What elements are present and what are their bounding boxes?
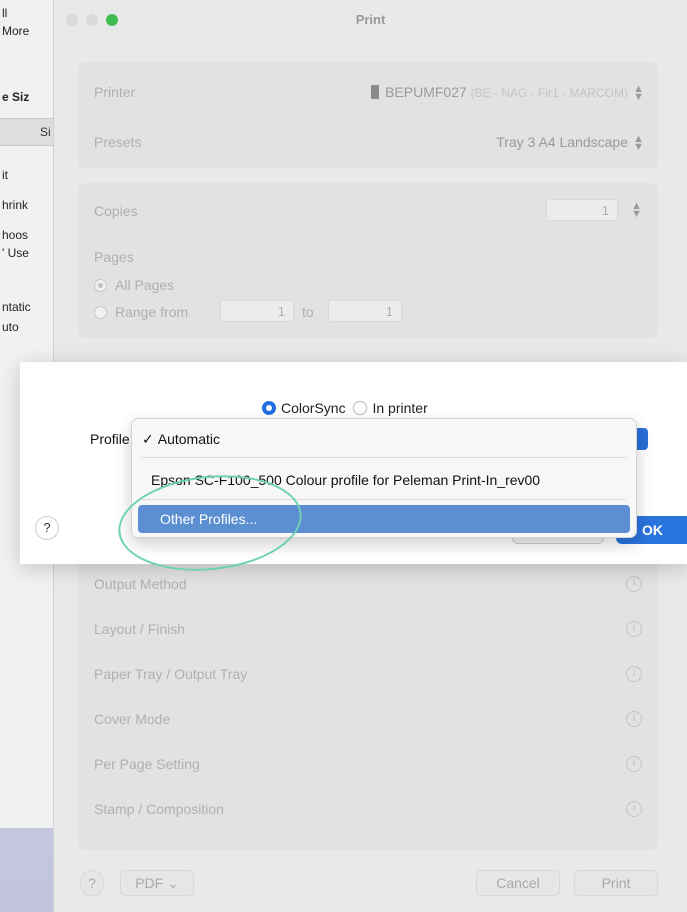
printer-label: Printer <box>94 84 136 100</box>
info-icon[interactable]: i <box>626 711 642 727</box>
bg-text-fragment: hoos <box>2 228 29 242</box>
color-matching-mode: ColorSync In printer <box>262 400 428 416</box>
all-pages-label: All Pages <box>115 277 175 293</box>
presets-label: Presets <box>94 134 142 150</box>
in-printer-label: In printer <box>372 400 428 416</box>
cancel-button[interactable]: Cancel <box>476 870 560 896</box>
section-label: Cover Mode <box>94 711 171 727</box>
bg-text-fragment: hrink <box>2 198 29 212</box>
radio-selected-icon <box>94 279 107 292</box>
section-layout-finish[interactable]: Layout / Finish i <box>94 621 642 651</box>
colorsync-label: ColorSync <box>281 400 346 416</box>
chevron-down-icon: ⌄ <box>167 875 179 891</box>
section-label: Paper Tray / Output Tray <box>94 666 248 682</box>
range-from-radio[interactable]: Range from <box>94 304 188 320</box>
colorsync-radio[interactable]: ColorSync <box>262 400 346 416</box>
range-to-label: to <box>302 304 314 320</box>
section-output-method[interactable]: Output Method i <box>94 576 642 606</box>
menu-item-other-profiles[interactable]: Other Profiles... <box>138 505 630 533</box>
printer-presets-panel: Printer BEPUMF027 (BE - NAG - Flr1 - MAR… <box>78 62 658 168</box>
menu-separator <box>142 457 626 458</box>
bg-text-fragment: uto <box>2 320 19 334</box>
profile-dropdown-menu: ✓ Automatic Epson SC-F100_500 Colour prof… <box>131 418 637 538</box>
presets-chevron-updown-icon[interactable]: ▲ ▼ <box>633 134 644 153</box>
bg-text-fragment: ll <box>2 6 8 20</box>
section-label: Stamp / Composition <box>94 801 224 817</box>
print-titlebar: Print <box>54 0 687 40</box>
section-paper-tray[interactable]: Paper Tray / Output Tray i <box>94 666 642 696</box>
printer-chevron-updown-icon[interactable]: ▲ ▼ <box>633 84 644 103</box>
radio-unselected-icon <box>353 401 368 415</box>
bg-text-fragment: ' Use <box>2 246 29 260</box>
copies-stepper-icon[interactable]: ▲ ▼ <box>631 201 642 220</box>
pages-label: Pages <box>94 249 134 265</box>
checkmark-icon: ✓ <box>142 431 154 447</box>
radio-selected-icon <box>262 401 276 415</box>
help-button[interactable]: ? <box>80 870 104 896</box>
section-label: Per Page Setting <box>94 756 200 772</box>
range-from-input[interactable]: 1 <box>220 300 294 322</box>
info-icon[interactable]: i <box>626 666 642 682</box>
bg-text-fragment: it <box>2 168 8 182</box>
range-to-input[interactable]: 1 <box>328 300 402 322</box>
presets-select[interactable]: Tray 3 A4 Landscape <box>496 134 628 150</box>
menu-separator <box>142 499 626 500</box>
printer-select[interactable]: BEPUMF027 (BE - NAG - Flr1 - MARCOM) <box>371 84 628 100</box>
info-icon[interactable]: i <box>626 756 642 772</box>
section-label: Layout / Finish <box>94 621 186 637</box>
colorsync-help-button[interactable]: ? <box>35 516 59 540</box>
print-footer: ? PDF ⌄ Cancel Print <box>54 862 687 912</box>
bg-text-fragment: e Siz <box>2 90 30 104</box>
info-icon[interactable]: i <box>626 801 642 817</box>
info-icon[interactable]: i <box>626 621 642 637</box>
printer-detail: (BE - NAG - Flr1 - MARCOM) <box>470 86 628 100</box>
in-printer-radio[interactable]: In printer <box>349 400 428 416</box>
printer-icon <box>371 85 380 99</box>
pdf-label: PDF <box>135 875 164 891</box>
all-pages-radio[interactable]: All Pages <box>94 277 174 293</box>
pdf-menu-button[interactable]: PDF ⌄ <box>120 870 194 896</box>
printer-name: BEPUMF027 <box>385 84 467 100</box>
menu-item-epson-profile[interactable]: Epson SC-F100_500 Colour profile for Pel… <box>132 466 636 494</box>
menu-item-automatic[interactable]: ✓ Automatic <box>132 425 636 453</box>
section-label: Output Method <box>94 576 187 592</box>
info-icon[interactable]: i <box>626 576 642 592</box>
bg-text-fragment: Si <box>40 125 51 139</box>
profile-label: Profile <box>90 431 130 447</box>
bg-text-fragment: ntatic <box>2 300 31 314</box>
print-button[interactable]: Print <box>574 870 658 896</box>
printer-options-list: Output Method i Layout / Finish i Paper Tr… <box>78 560 658 850</box>
section-stamp-composition[interactable]: Stamp / Composition i <box>94 801 642 831</box>
menu-item-label: Automatic <box>157 431 220 447</box>
copies-input[interactable]: 1 <box>546 199 618 221</box>
copies-pages-panel: Copies 1 ▲ ▼ Pages All Pages Range from 1… <box>78 183 658 338</box>
section-per-page-setting[interactable]: Per Page Setting i <box>94 756 642 786</box>
radio-unselected-icon <box>94 306 107 319</box>
section-cover-mode[interactable]: Cover Mode i <box>94 711 642 741</box>
print-dialog-title: Print <box>355 12 386 27</box>
bg-text-fragment: More <box>2 24 30 38</box>
range-from-label: Range from <box>115 304 189 320</box>
copies-label: Copies <box>94 203 138 219</box>
